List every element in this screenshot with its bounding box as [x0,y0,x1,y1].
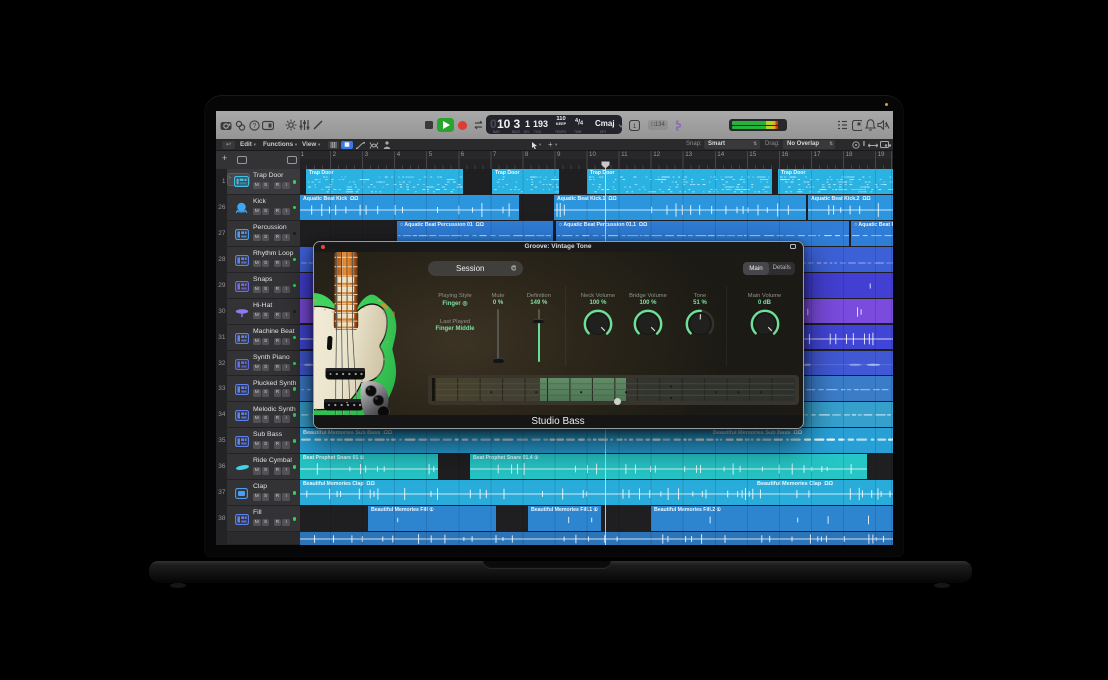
svg-text:?: ? [253,123,257,130]
svg-text:1: 1 [633,123,637,130]
